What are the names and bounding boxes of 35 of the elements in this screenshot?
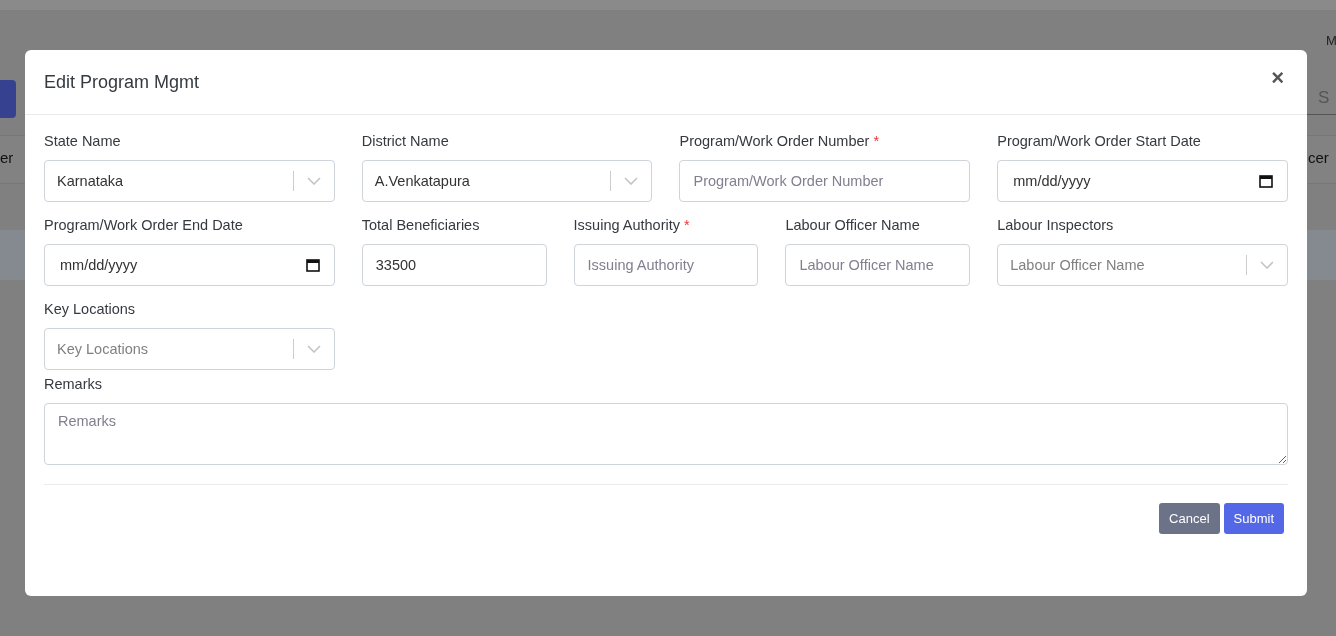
field-label: Labour Inspectors	[997, 217, 1114, 233]
select-field[interactable]: Key Locations	[44, 328, 335, 370]
input-field[interactable]: Program/Work Order Number	[679, 160, 971, 202]
select-field[interactable]: A.Venkatapura	[361, 160, 653, 202]
field-label: Key Locations	[44, 301, 136, 317]
input-field[interactable]: Issuing Authority	[573, 244, 759, 286]
input-field[interactable]: 33500	[361, 244, 547, 286]
field-label: Remarks	[44, 376, 102, 392]
select-field[interactable]: Labour Officer Name	[997, 244, 1288, 286]
calendar-icon	[305, 258, 320, 272]
cancel-button[interactable]: Cancel	[1159, 503, 1220, 534]
field-label: District Name	[361, 133, 449, 149]
field-label: Issuing Authority *	[573, 217, 690, 233]
header-text: M	[1326, 33, 1336, 48]
field-label: Labour Officer Name	[785, 217, 920, 233]
remarks-field[interactable]: Remarks	[44, 403, 1288, 465]
date-field[interactable]: mm/dd/yyyy	[997, 160, 1288, 202]
chevron-down-icon	[306, 177, 321, 185]
select-field[interactable]: Karnataka	[44, 160, 335, 202]
column-header: er	[0, 149, 14, 166]
field-label: Program/Work Order Start Date	[997, 133, 1201, 149]
chevron-down-icon	[624, 177, 639, 185]
close-button[interactable]: ×	[1267, 65, 1288, 91]
column-header: cer	[1308, 149, 1329, 166]
field-label: Program/Work Order End Date	[44, 217, 243, 233]
input-field[interactable]: Labour Officer Name	[785, 244, 971, 286]
calendar-icon	[1259, 174, 1273, 188]
modal-title: Edit Program Mgmt	[44, 71, 200, 93]
chevron-down-icon	[1260, 261, 1274, 269]
field-label: Total Beneficiaries	[361, 217, 480, 233]
chevron-down-icon	[306, 345, 321, 353]
field-label: State Name	[44, 133, 121, 149]
submit-button[interactable]: Submit	[1223, 503, 1284, 534]
date-field[interactable]: mm/dd/yyyy	[44, 244, 335, 286]
field-label: Program/Work Order Number *	[679, 133, 880, 149]
